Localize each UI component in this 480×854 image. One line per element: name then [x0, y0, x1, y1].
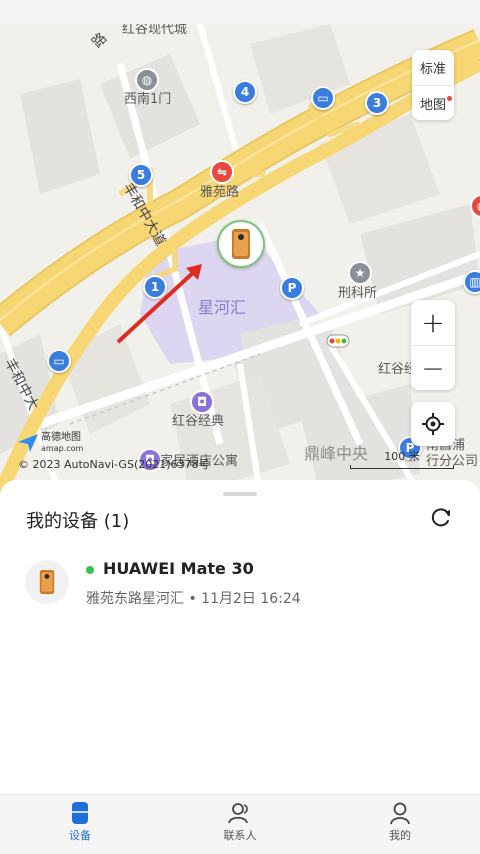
contacts-icon [228, 803, 248, 824]
sheet-drag-handle[interactable] [223, 492, 257, 496]
phone-icon [39, 570, 55, 594]
device-thumbnail [25, 560, 69, 604]
online-status-dot [86, 566, 94, 574]
amap-logo: 高德地图 amap.com [18, 432, 83, 454]
amap-domain: amap.com [41, 444, 84, 453]
tab-profile[interactable]: 我的 [320, 795, 480, 854]
zoom-out-button[interactable]: − [411, 345, 455, 391]
poi-label: 星河汇 [198, 298, 247, 317]
bank-icon[interactable]: ▥ [463, 270, 480, 294]
tab-devices-label: 设备 [69, 829, 91, 842]
phone-icon [232, 229, 250, 259]
device-icon [72, 802, 88, 824]
tab-contacts-label: 联系人 [223, 829, 257, 842]
map-layer-panel: 标准 地图 [412, 50, 454, 120]
shopping-icon[interactable]: ◘ [190, 390, 214, 414]
metro-exit-5-icon[interactable]: 5 [129, 163, 153, 187]
device-list-item[interactable]: HUAWEI Mate 30 雅苑东路星河汇 • 11月2日 16:24 [0, 556, 480, 620]
layer-map-button[interactable]: 地图 [412, 85, 454, 121]
metro-exit-1-icon[interactable]: 1 [143, 275, 167, 299]
map-copyright: © 2023 AutoNavi-GS(2021)6378号 [18, 458, 210, 471]
scale-label: 100 米 [384, 450, 420, 463]
tab-profile-label: 我的 [389, 829, 411, 842]
device-location-time: 雅苑东路星河汇 • 11月2日 16:24 [86, 591, 301, 607]
metro-exit-4-icon[interactable]: 4 [233, 80, 257, 104]
locate-button[interactable] [411, 402, 455, 446]
new-badge-dot [447, 96, 452, 101]
bottom-tab-bar: 设备 联系人 我的 [0, 794, 480, 854]
tab-contacts[interactable]: 联系人 [160, 795, 320, 854]
metro-station-icon[interactable]: ⇋ [210, 160, 234, 184]
layer-map-label: 地图 [419, 98, 446, 113]
parking-icon[interactable]: P [280, 276, 304, 300]
profile-icon [390, 802, 410, 825]
layer-standard-button[interactable]: 标准 [412, 50, 454, 85]
crosshair-icon [422, 413, 444, 435]
map-view[interactable]: 红谷现代城 路 西南1门 雅苑路 丰和中大道 丰和中大 星河汇 刑科所 红谷经典… [0, 24, 480, 494]
device-name: HUAWEI Mate 30 [103, 559, 254, 578]
sheet-title: 我的设备 (1) [26, 511, 130, 532]
devices-sheet: 我的设备 (1) HUAWEI Mate 30 雅苑东路星河汇 • 11月2日 … [0, 480, 480, 794]
police-star-icon[interactable]: ★ [348, 261, 372, 285]
amap-arrow-icon [18, 434, 38, 452]
poi-marker-icon[interactable]: ◍ [135, 68, 159, 92]
device-location-marker[interactable] [217, 220, 265, 268]
amap-name: 高德地图 [41, 432, 81, 443]
poi-label: 红谷现代城 [122, 24, 188, 37]
metro-exit-3-icon[interactable]: 3 [365, 91, 389, 115]
tab-devices[interactable]: 设备 [0, 795, 160, 854]
zoom-controls: + − [411, 300, 455, 390]
refresh-icon[interactable] [430, 506, 452, 528]
zoom-in-button[interactable]: + [411, 300, 455, 345]
bus-stop-icon[interactable]: ▭ [311, 86, 335, 110]
map-scale: 100 米 [350, 448, 454, 469]
scale-bar [350, 465, 454, 469]
bus-stop-icon[interactable]: ▭ [47, 349, 71, 373]
